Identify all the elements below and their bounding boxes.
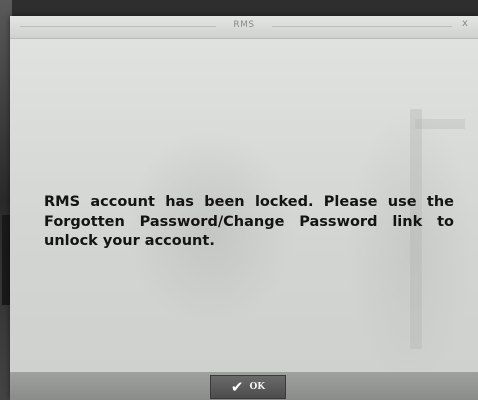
titlebar-rule-right bbox=[272, 26, 452, 27]
background-watermark-bar bbox=[415, 119, 465, 129]
ok-button-label: OK bbox=[249, 382, 266, 392]
lockout-message: RMS account has been locked. Please use … bbox=[44, 194, 454, 249]
dialog-footer: ✔ OK bbox=[10, 372, 478, 400]
ok-button[interactable]: ✔ OK bbox=[210, 375, 286, 399]
close-icon[interactable]: x bbox=[458, 18, 472, 34]
account-locked-dialog: RMS x RMS account has been locked. Pleas… bbox=[10, 16, 478, 400]
dialog-body: RMS account has been locked. Please use … bbox=[10, 39, 478, 372]
dialog-title: RMS bbox=[233, 20, 255, 30]
screen: RMS x RMS account has been locked. Pleas… bbox=[0, 0, 478, 400]
check-icon: ✔ bbox=[230, 377, 244, 396]
background-sidebar-stripe bbox=[2, 215, 10, 305]
dialog-titlebar: RMS x bbox=[10, 16, 478, 39]
